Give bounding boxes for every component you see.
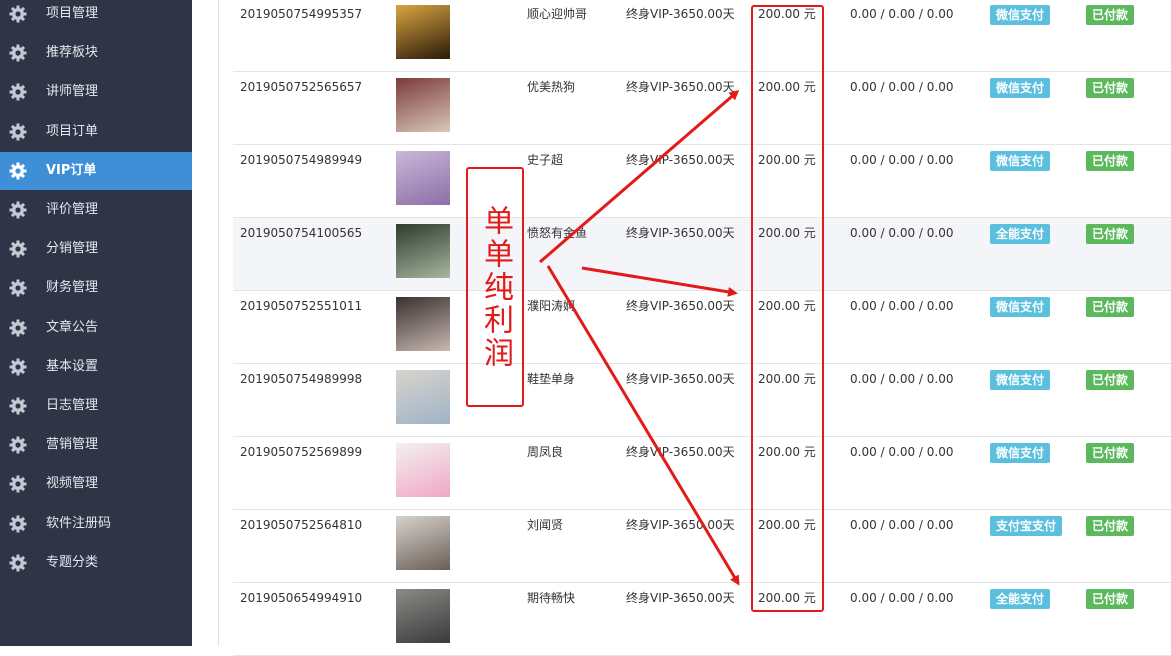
annotation-text: 单单纯利润	[478, 204, 513, 370]
annotation-overlay	[466, 5, 824, 612]
price-column-highlight-box	[751, 5, 824, 612]
arrow-down	[546, 265, 740, 586]
arrow-mid	[581, 266, 738, 297]
arrow-up	[539, 90, 740, 264]
